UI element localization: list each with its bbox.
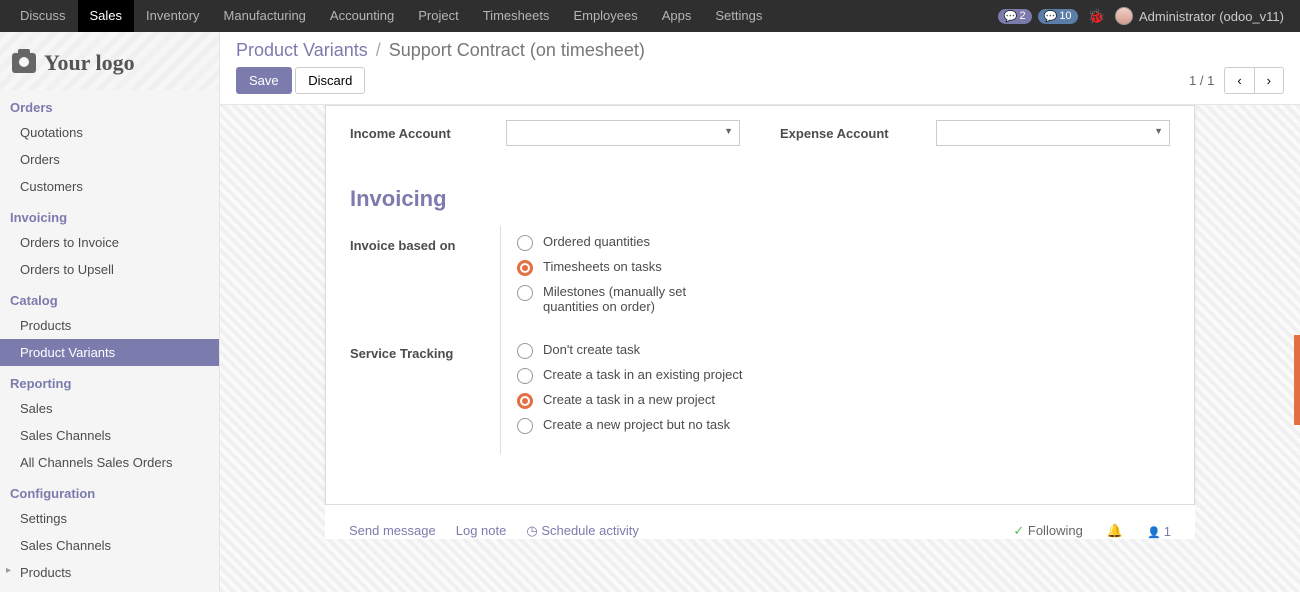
schedule-activity-button[interactable]: Schedule activity — [526, 523, 639, 539]
sidebar: Your logo OrdersQuotationsOrdersCustomer… — [0, 32, 220, 592]
invoice-based-on-option[interactable]: Ordered quantities — [517, 230, 1170, 255]
expense-account-label: Expense Account — [780, 126, 920, 141]
following-button[interactable]: Following — [1013, 523, 1082, 539]
invoice-based-on-option[interactable]: Milestones (manually set quantities on o… — [517, 280, 1170, 318]
send-message-button[interactable]: Send message — [349, 523, 436, 539]
control-panel: Product Variants / Support Contract (on … — [220, 32, 1300, 105]
topnav-item-manufacturing[interactable]: Manufacturing — [212, 0, 318, 32]
radio-label: Create a task in an existing project — [543, 367, 742, 382]
radio-label: Don't create task — [543, 342, 640, 357]
sidebar-item-orders[interactable]: Orders — [0, 146, 219, 173]
radio-icon — [517, 418, 533, 434]
sidebar-item-product-variants[interactable]: Product Variants — [0, 339, 219, 366]
radio-label: Create a new project but no task — [543, 417, 730, 432]
pager: 1 / 1 ‹ › — [1189, 67, 1284, 94]
pager-next-button[interactable]: › — [1255, 67, 1284, 94]
topnav-item-apps[interactable]: Apps — [650, 0, 704, 32]
topnav-apps: DiscussSalesInventoryManufacturingAccoun… — [8, 0, 998, 32]
activities-badge[interactable]: 💬10 — [1038, 9, 1078, 24]
radio-icon — [517, 393, 533, 409]
sidebar-item-products[interactable]: Products — [0, 312, 219, 339]
sidebar-header-invoicing: Invoicing — [0, 200, 219, 229]
sidebar-header-configuration: Configuration — [0, 476, 219, 505]
chatter: Send message Log note Schedule activity … — [325, 505, 1195, 539]
discard-button[interactable]: Discard — [295, 67, 365, 94]
sidebar-header-reporting: Reporting — [0, 366, 219, 395]
pager-text: 1 / 1 — [1189, 73, 1214, 88]
radio-label: Create a task in a new project — [543, 392, 715, 407]
topnav-item-settings[interactable]: Settings — [703, 0, 774, 32]
debug-icon[interactable]: 🐞 — [1088, 8, 1105, 25]
radio-label: Milestones (manually set quantities on o… — [543, 284, 743, 314]
sidebar-item-orders-to-invoice[interactable]: Orders to Invoice — [0, 229, 219, 256]
bell-icon[interactable]: 🔔 — [1107, 523, 1123, 539]
user-menu[interactable]: Administrator (odoo_v11) — [1139, 9, 1284, 24]
breadcrumb-separator: / — [376, 40, 381, 61]
income-account-label: Income Account — [350, 126, 490, 141]
topnav-right: 💬2 💬10 🐞 Administrator (odoo_v11) — [998, 7, 1292, 25]
expense-account-select[interactable] — [936, 120, 1170, 146]
radio-icon — [517, 260, 533, 276]
breadcrumb-link[interactable]: Product Variants — [236, 40, 368, 61]
topnav-item-employees[interactable]: Employees — [561, 0, 649, 32]
income-account-select[interactable] — [506, 120, 740, 146]
sidebar-header-catalog: Catalog — [0, 283, 219, 312]
logo-area[interactable]: Your logo — [0, 32, 219, 90]
form-sheet: Income Account Expense Account Invoicing… — [325, 105, 1195, 505]
followers-count[interactable]: 1 — [1147, 524, 1171, 539]
messaging-badge[interactable]: 💬2 — [998, 9, 1032, 24]
topnav-item-sales[interactable]: Sales — [78, 0, 135, 32]
invoice-based-on-label: Invoice based on — [350, 234, 484, 257]
topnav-item-discuss[interactable]: Discuss — [8, 0, 78, 32]
top-navbar: DiscussSalesInventoryManufacturingAccoun… — [0, 0, 1300, 32]
invoice-based-on-radios: Ordered quantities Timesheets on tasks Mil… — [517, 226, 1170, 334]
sidebar-item-products[interactable]: Products — [0, 559, 219, 586]
radio-icon — [517, 368, 533, 384]
breadcrumb-current: Support Contract (on timesheet) — [389, 40, 645, 61]
sidebar-header-orders: Orders — [0, 90, 219, 119]
sidebar-item-customers[interactable]: Customers — [0, 173, 219, 200]
main-content: Product Variants / Support Contract (on … — [220, 32, 1300, 592]
service-tracking-label: Service Tracking — [350, 342, 484, 365]
sidebar-item-quotations[interactable]: Quotations — [0, 119, 219, 146]
service-tracking-option[interactable]: Create a new project but no task — [517, 413, 1170, 438]
sidebar-item-all-channels-sales-orders[interactable]: All Channels Sales Orders — [0, 449, 219, 476]
logo-text: Your logo — [44, 50, 135, 76]
topnav-item-inventory[interactable]: Inventory — [134, 0, 211, 32]
radio-icon — [517, 343, 533, 359]
form-view: Income Account Expense Account Invoicing… — [220, 105, 1300, 592]
scroll-indicator — [1294, 335, 1300, 425]
topnav-item-timesheets[interactable]: Timesheets — [471, 0, 562, 32]
service-tracking-option[interactable]: Don't create task — [517, 338, 1170, 363]
camera-icon — [12, 53, 36, 73]
sidebar-item-settings[interactable]: Settings — [0, 505, 219, 532]
sidebar-item-sales-channels[interactable]: Sales Channels — [0, 422, 219, 449]
sidebar-item-sales-channels[interactable]: Sales Channels — [0, 532, 219, 559]
log-note-button[interactable]: Log note — [456, 523, 507, 539]
save-button[interactable]: Save — [236, 67, 292, 94]
service-tracking-option[interactable]: Create a task in an existing project — [517, 363, 1170, 388]
sidebar-item-orders-to-upsell[interactable]: Orders to Upsell — [0, 256, 219, 283]
radio-icon — [517, 235, 533, 251]
service-tracking-radios: Don't create task Create a task in an exi… — [517, 334, 1170, 454]
radio-icon — [517, 285, 533, 301]
topnav-item-accounting[interactable]: Accounting — [318, 0, 406, 32]
radio-label: Ordered quantities — [543, 234, 650, 249]
action-buttons: Save Discard — [236, 67, 365, 94]
pager-prev-button[interactable]: ‹ — [1224, 67, 1254, 94]
sidebar-item-sales[interactable]: Sales — [0, 395, 219, 422]
radio-label: Timesheets on tasks — [543, 259, 662, 274]
topnav-item-project[interactable]: Project — [406, 0, 470, 32]
service-tracking-option[interactable]: Create a task in a new project — [517, 388, 1170, 413]
invoice-based-on-option[interactable]: Timesheets on tasks — [517, 255, 1170, 280]
breadcrumb: Product Variants / Support Contract (on … — [236, 40, 1284, 61]
invoicing-section-title: Invoicing — [350, 186, 1170, 212]
avatar[interactable] — [1115, 7, 1133, 25]
